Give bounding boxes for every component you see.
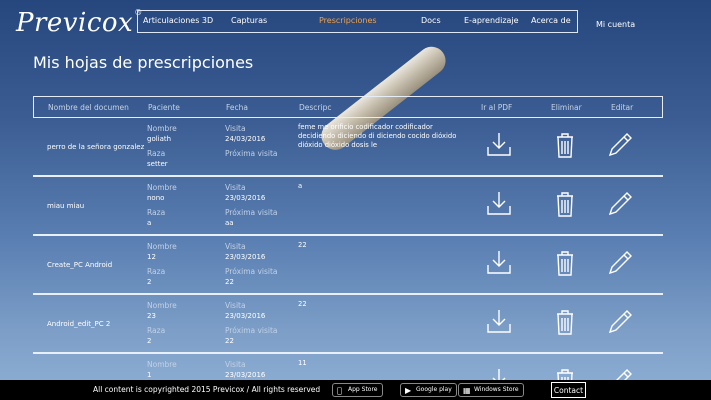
previcox-logo[interactable]: Previcox®	[16, 8, 143, 38]
patient-name-value: 1	[147, 371, 152, 379]
patient-name-label: Nombre	[147, 183, 177, 192]
windows-icon: ▦	[463, 386, 471, 395]
download-icon[interactable]	[484, 130, 514, 160]
visit-date: 23/03/2016	[225, 253, 266, 261]
breed-value: setter	[147, 160, 168, 168]
visit-date: 24/03/2016	[225, 135, 266, 143]
document-name[interactable]: Android_edit_PC 2	[47, 320, 110, 328]
nav-prescripciones[interactable]: Prescripciones	[319, 16, 377, 25]
description-text: feme me orificio codificador codificador…	[298, 123, 457, 149]
table-row: Android_edit_PC 2 Nombre 23 Raza 2 Visita 23/0…	[33, 295, 663, 354]
pencil-icon[interactable]	[605, 130, 635, 160]
trash-icon[interactable]	[550, 130, 580, 160]
contact-button[interactable]: Contact	[551, 382, 586, 398]
table-row: miau miau Nombre nono Raza a Visita 23/03/2016…	[33, 177, 663, 236]
nav-articulaciones-3d[interactable]: Articulaciones 3D	[143, 16, 213, 25]
footer: All content is copyrighted 2015 Previcox…	[0, 380, 711, 400]
pencil-icon[interactable]	[605, 248, 635, 278]
patient-name-label: Nombre	[147, 360, 177, 369]
nav-capturas[interactable]: Capturas	[231, 16, 267, 25]
trash-icon[interactable]	[550, 189, 580, 219]
trash-icon[interactable]	[550, 307, 580, 337]
next-visit-label: Próxima visita	[225, 326, 278, 335]
play-icon: ▶	[405, 386, 412, 395]
description-text: 11	[298, 359, 307, 367]
visit-date: 23/03/2016	[225, 312, 266, 320]
description-text: 22	[298, 300, 307, 308]
document-name[interactable]: miau miau	[47, 202, 84, 210]
breed-label: Raza	[147, 149, 166, 158]
app-store-badge[interactable]: App Store	[332, 383, 383, 397]
next-visit-value: aa	[225, 219, 234, 227]
col-nombre-documento: Nombre del documen	[48, 103, 129, 112]
download-icon[interactable]	[484, 248, 514, 278]
google-play-badge[interactable]: ▶ Google play	[400, 383, 457, 397]
breed-label: Raza	[147, 208, 166, 217]
next-visit-label: Próxima visita	[225, 267, 278, 276]
description-text: a	[298, 182, 303, 190]
apple-icon: 	[337, 386, 342, 395]
next-visit-value: 22	[225, 337, 234, 345]
col-fecha: Fecha	[226, 103, 248, 112]
visit-label: Visita	[225, 183, 246, 192]
next-visit-label: Próxima visita	[225, 149, 278, 158]
visit-label: Visita	[225, 360, 246, 369]
col-editar: Editar	[611, 103, 634, 112]
nav-acerca-de[interactable]: Acerca de	[531, 16, 571, 25]
visit-date: 23/03/2016	[225, 194, 266, 202]
breed-value: 2	[147, 337, 152, 345]
next-visit-value: 22	[225, 278, 234, 286]
download-icon[interactable]	[484, 307, 514, 337]
patient-name-label: Nombre	[147, 242, 177, 251]
nav-mi-cuenta[interactable]: Mi cuenta	[596, 20, 635, 29]
patient-name-label: Nombre	[147, 124, 177, 133]
windows-store-badge[interactable]: ▦ Windows Store	[458, 383, 524, 397]
visit-date: 23/03/2016	[225, 371, 266, 379]
nav-e-aprendizaje[interactable]: E-aprendizaje	[464, 16, 519, 25]
table-header: Nombre del documen Paciente Fecha Descri…	[33, 96, 663, 118]
col-eliminar: Eliminar	[551, 103, 582, 112]
col-paciente: Paciente	[148, 103, 180, 112]
visit-label: Visita	[225, 301, 246, 310]
prescriptions-table: Nombre del documen Paciente Fecha Descri…	[33, 96, 663, 394]
table-row: perro de la señora gonzalez Nombre goliath…	[33, 118, 663, 177]
pencil-icon[interactable]	[605, 307, 635, 337]
download-icon[interactable]	[484, 189, 514, 219]
main-nav: Articulaciones 3D Capturas Prescripcione…	[137, 10, 578, 33]
patient-name-value: nono	[147, 194, 165, 202]
copyright-text: All content is copyrighted 2015 Previcox…	[93, 385, 321, 394]
visit-label: Visita	[225, 242, 246, 251]
patient-name-value: 23	[147, 312, 156, 320]
pencil-icon[interactable]	[605, 189, 635, 219]
breed-value: a	[147, 219, 152, 227]
document-name[interactable]: perro de la señora gonzalez	[47, 143, 144, 151]
trash-icon[interactable]	[550, 248, 580, 278]
nav-docs[interactable]: Docs	[421, 16, 441, 25]
patient-name-value: 12	[147, 253, 156, 261]
breed-value: 2	[147, 278, 152, 286]
page-title: Mis hojas de prescripciones	[33, 53, 254, 72]
breed-label: Raza	[147, 267, 166, 276]
breed-label: Raza	[147, 326, 166, 335]
col-ir-al-pdf: Ir al PDF	[481, 103, 513, 112]
visit-label: Visita	[225, 124, 246, 133]
patient-name-value: goliath	[147, 135, 172, 143]
table-row: Create_PC Android Nombre 12 Raza 2 Visita 23/0…	[33, 236, 663, 295]
col-descripcion: Descripc	[299, 103, 332, 112]
patient-name-label: Nombre	[147, 301, 177, 310]
document-name[interactable]: Create_PC Android	[47, 261, 112, 269]
description-text: 22	[298, 241, 307, 249]
next-visit-label: Próxima visita	[225, 208, 278, 217]
